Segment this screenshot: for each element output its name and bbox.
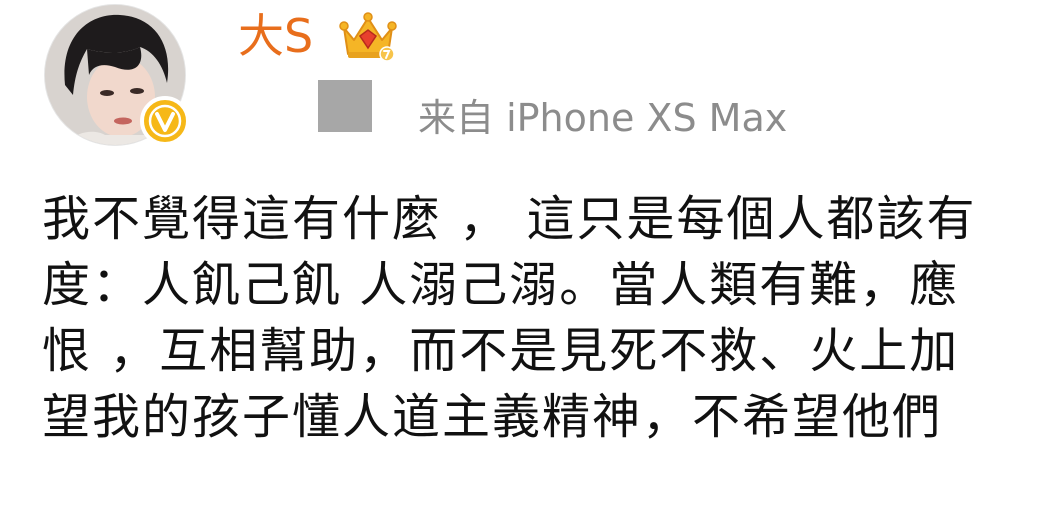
crown-icon[interactable]	[338, 10, 398, 64]
verified-badge	[140, 96, 190, 146]
verified-v-icon	[148, 104, 182, 138]
avatar-container[interactable]	[44, 4, 190, 146]
gray-placeholder-icon	[318, 80, 372, 132]
post-body: 我不覺得這有什麼 ， 這只是每個人都該有 度：人飢己飢 人溺己溺。當人類有難，應…	[42, 186, 1064, 450]
post-body-line: 度：人飢己飢 人溺己溺。當人類有難，應	[42, 257, 960, 313]
post-source: 来自 iPhone XS Max	[418, 96, 788, 140]
username[interactable]: 大S	[238, 4, 313, 68]
post-body-line: 我不覺得這有什麼 ， 這只是每個人都該有	[42, 191, 977, 247]
post-body-line: 恨 ，互相幫助，而不是見死不救、火上加	[42, 323, 960, 379]
post-body-line: 望我的孩子懂人道主義精神，不希望他們	[42, 389, 943, 445]
weibo-post: 大S 来自 iPhone XS Max 我不覺得這有什麼 ， 這只是每個人都該有…	[0, 0, 1064, 524]
